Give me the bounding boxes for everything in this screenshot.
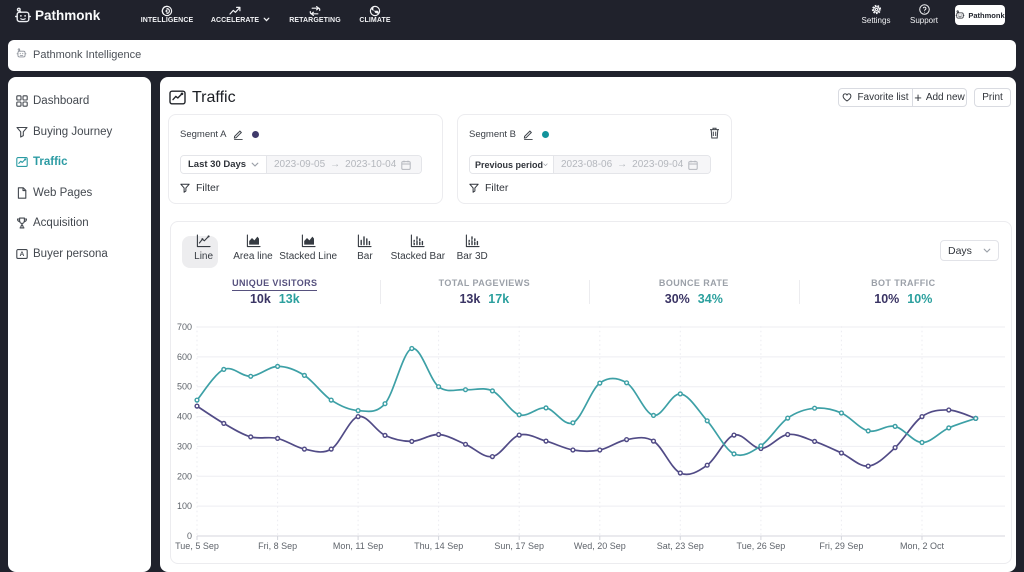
svg-text:Tue, 5 Sep: Tue, 5 Sep xyxy=(175,541,219,551)
svg-text:200: 200 xyxy=(177,471,192,481)
svg-text:A: A xyxy=(20,251,25,258)
svg-text:300: 300 xyxy=(177,441,192,451)
svg-text:Thu, 14 Sep: Thu, 14 Sep xyxy=(414,541,463,551)
svg-text:Mon, 11 Sep: Mon, 11 Sep xyxy=(333,541,383,551)
svg-text:Sun, 17 Sep: Sun, 17 Sep xyxy=(494,541,544,551)
svg-text:500: 500 xyxy=(177,382,192,392)
svg-text:Sat, 23 Sep: Sat, 23 Sep xyxy=(657,541,704,551)
svg-text:Fri, 8 Sep: Fri, 8 Sep xyxy=(258,541,297,551)
svg-text:Tue, 26 Sep: Tue, 26 Sep xyxy=(737,541,786,551)
svg-text:0: 0 xyxy=(187,531,192,541)
svg-text:Mon, 2 Oct: Mon, 2 Oct xyxy=(900,541,945,551)
svg-text:Wed, 20 Sep: Wed, 20 Sep xyxy=(574,541,626,551)
svg-text:700: 700 xyxy=(177,322,192,332)
svg-text:100: 100 xyxy=(177,501,192,511)
svg-text:Fri, 29 Sep: Fri, 29 Sep xyxy=(819,541,863,551)
svg-text:400: 400 xyxy=(177,412,192,422)
svg-text:600: 600 xyxy=(177,352,192,362)
